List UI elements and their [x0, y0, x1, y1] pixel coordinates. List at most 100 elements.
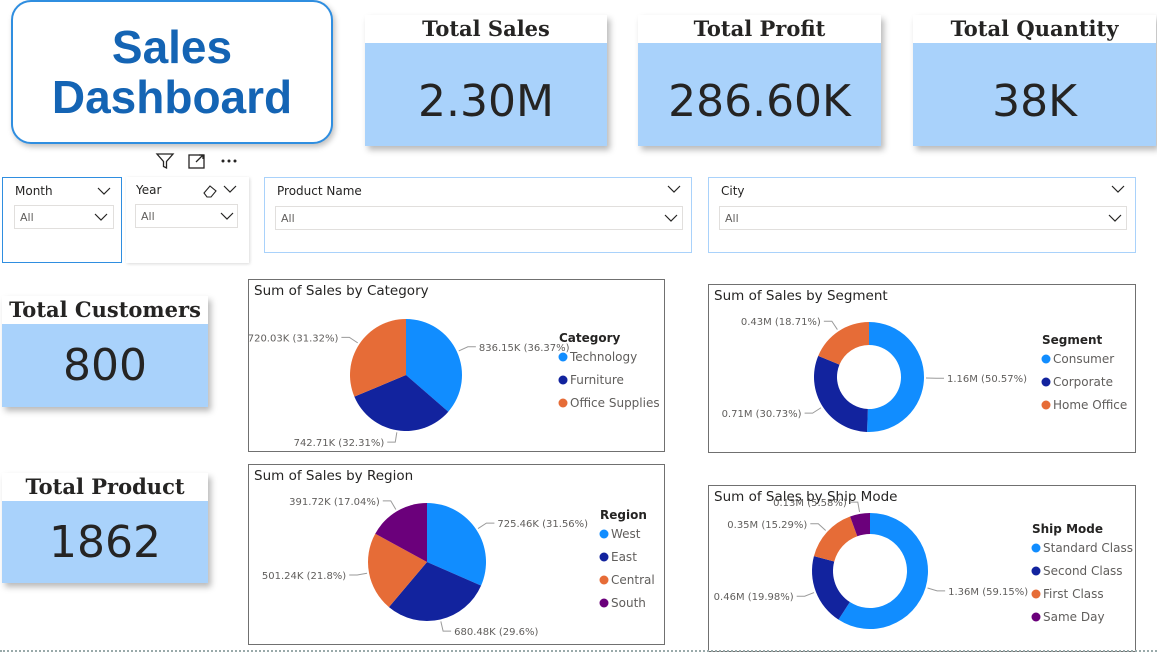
product-name-dropdown-value: All [281, 212, 295, 225]
legend-item[interactable]: First Class [1043, 587, 1104, 601]
total-customers-label: Total Customers [2, 296, 208, 324]
legend-marker [599, 552, 609, 562]
legend-item[interactable]: Corporate [1053, 375, 1113, 389]
leader-line [440, 621, 452, 632]
total-quantity-label: Total Quantity [913, 15, 1156, 43]
legend-item[interactable]: South [611, 596, 646, 610]
chevron-down-icon[interactable] [97, 186, 111, 196]
leader-line [387, 432, 398, 443]
title-line-2: Dashboard [51, 71, 293, 123]
data-label: 680.48K (29.6%) [454, 627, 538, 638]
year-dropdown[interactable]: All [135, 204, 238, 228]
leader-line [477, 522, 495, 530]
legend-marker [1041, 354, 1051, 364]
leader-line [458, 346, 476, 352]
month-dropdown-value: All [20, 211, 34, 224]
sales-by-category-chart[interactable]: Sum of Sales by Category 836.15K (36.37%… [248, 279, 665, 452]
total-profit-value: 286.60K [668, 76, 851, 127]
legend-marker [558, 398, 568, 408]
legend-marker [599, 529, 609, 539]
data-label: 0.46M (19.98%) [714, 592, 794, 603]
total-sales-card[interactable]: Total Sales 2.30M [365, 15, 607, 146]
chevron-down-icon[interactable] [1111, 184, 1125, 194]
leader-line [382, 500, 397, 510]
chevron-down-icon [220, 212, 234, 220]
leader-line [927, 587, 946, 592]
legend-item[interactable]: Second Class [1043, 564, 1123, 578]
total-quantity-value: 38K [992, 76, 1077, 127]
slice-second-class[interactable] [812, 556, 850, 620]
legend-item[interactable]: Same Day [1043, 610, 1105, 624]
focus-mode-icon[interactable] [185, 149, 209, 173]
leader-line [804, 407, 822, 414]
total-customers-value: 800 [63, 340, 147, 391]
data-label: 742.71K (32.31%) [294, 438, 385, 449]
total-customers-card[interactable]: Total Customers 800 [2, 296, 208, 407]
month-dropdown[interactable]: All [14, 205, 114, 229]
product-name-slicer[interactable]: Product Name All [264, 177, 692, 253]
city-dropdown-value: All [725, 212, 739, 225]
total-profit-label: Total Profit [638, 15, 881, 43]
slice-first-class[interactable] [813, 516, 858, 562]
total-product-value: 1862 [49, 517, 161, 568]
chevron-down-icon [94, 213, 108, 221]
chevron-down-icon[interactable] [223, 184, 237, 194]
data-label: 0.71M (30.73%) [722, 409, 802, 420]
data-label: 0.43M (18.71%) [741, 317, 821, 328]
year-dropdown-value: All [141, 210, 155, 223]
year-slicer[interactable]: Year All [126, 177, 249, 263]
sales-by-segment-chart[interactable]: Sum of Sales by Segment 1.16M (50.57%) 0.… [708, 284, 1136, 453]
legend-marker [558, 375, 568, 385]
visual-header [150, 148, 248, 174]
legend-title: Ship Mode [1032, 522, 1103, 536]
legend-item[interactable]: Consumer [1053, 352, 1114, 366]
year-slicer-label: Year [136, 183, 162, 197]
data-label: 0.35M (15.29%) [727, 520, 807, 531]
total-sales-value: 2.30M [418, 76, 554, 127]
city-dropdown[interactable]: All [719, 206, 1127, 230]
month-slicer[interactable]: Month All [2, 177, 122, 263]
data-label: 720.03K (31.32%) [249, 333, 338, 344]
legend-item[interactable]: Standard Class [1043, 541, 1133, 555]
data-label: 725.46K (31.56%) [497, 519, 588, 530]
legend-item[interactable]: Furniture [570, 373, 624, 387]
legend-title: Region [600, 508, 647, 522]
total-profit-card[interactable]: Total Profit 286.60K [638, 15, 881, 146]
legend-marker [1041, 377, 1051, 387]
slice-consumer[interactable] [867, 322, 924, 432]
leader-line [810, 523, 827, 531]
more-options-icon[interactable] [217, 149, 241, 173]
legend-marker [1031, 589, 1041, 599]
chevron-down-icon[interactable] [667, 184, 681, 194]
legend-marker [1031, 543, 1041, 553]
dashboard-title: Sales Dashboard [11, 0, 333, 144]
total-product-label: Total Product [2, 473, 208, 501]
data-label: 836.15K (36.37%) [479, 343, 570, 354]
legend-item[interactable]: Technology [569, 350, 637, 364]
total-quantity-card[interactable]: Total Quantity 38K [913, 15, 1156, 146]
data-label: 1.16M (50.57%) [947, 374, 1027, 385]
sales-by-region-chart[interactable]: Sum of Sales by Region 725.46K (31.56%) 6… [248, 464, 665, 645]
eraser-icon[interactable] [202, 184, 218, 198]
total-product-card[interactable]: Total Product 1862 [2, 473, 208, 583]
legend-item[interactable]: Office Supplies [570, 396, 660, 410]
product-name-dropdown[interactable]: All [275, 206, 683, 230]
page-divider [0, 650, 1157, 653]
total-sales-label: Total Sales [365, 15, 607, 43]
legend-marker [1031, 612, 1041, 622]
legend-item[interactable]: East [611, 550, 637, 564]
slice-corporate[interactable] [814, 355, 868, 432]
legend-item[interactable]: West [611, 527, 641, 541]
city-slicer[interactable]: City All [708, 177, 1136, 253]
legend-item[interactable]: Home Office [1053, 398, 1127, 412]
chevron-down-icon [664, 214, 678, 222]
data-label: 1.36M (59.15%) [948, 587, 1028, 598]
sales-by-ship-mode-chart[interactable]: Sum of Sales by Ship Mode 1.36M (59.15%)… [708, 485, 1136, 652]
legend-item[interactable]: Central [611, 573, 655, 587]
product-name-slicer-label: Product Name [277, 184, 362, 198]
title-line-1: Sales [111, 21, 233, 73]
data-label: 0.13M (5.58%) [773, 498, 847, 509]
slice-home-office[interactable] [818, 322, 869, 365]
filter-icon[interactable] [153, 149, 177, 173]
legend-marker [1041, 400, 1051, 410]
